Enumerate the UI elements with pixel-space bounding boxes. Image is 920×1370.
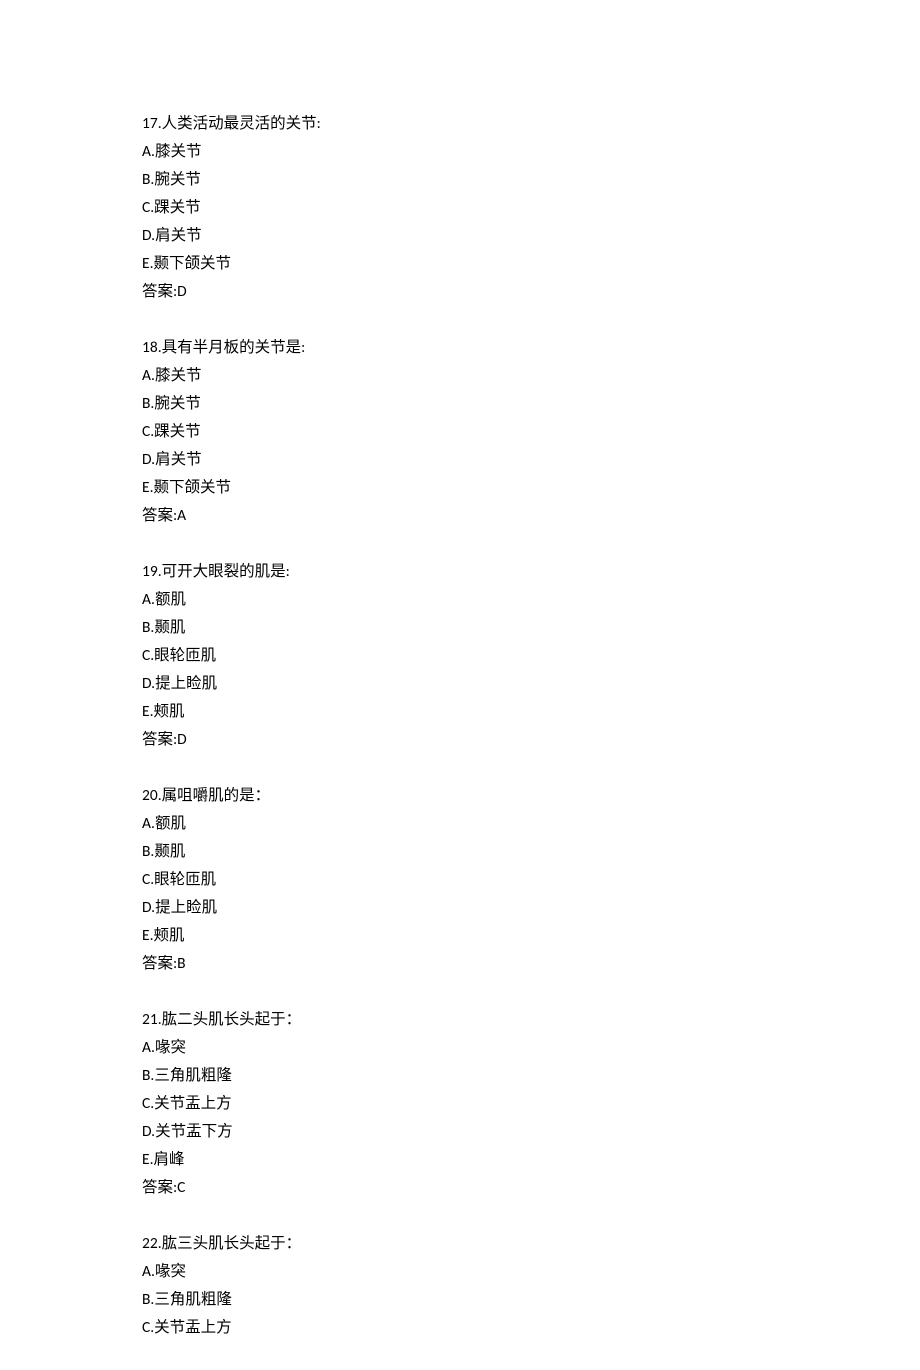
question-18: 18.具有半月板的关节是: A.膝关节 B.腕关节 C.踝关节 D.肩关节 E.…: [142, 334, 920, 530]
option-c: C.眼轮匝肌: [142, 642, 920, 670]
answer-line: 答案:D: [142, 726, 920, 754]
option-e: E.颞下颌关节: [142, 474, 920, 502]
option-a: A.额肌: [142, 810, 920, 838]
option-a: A.喙突: [142, 1258, 920, 1286]
option-d: D.提上睑肌: [142, 894, 920, 922]
answer-line: 答案:C: [142, 1174, 920, 1202]
option-b: B.颞肌: [142, 614, 920, 642]
answer-line: 答案:B: [142, 950, 920, 978]
option-d: D.肩关节: [142, 222, 920, 250]
question-20: 20.属咀嚼肌的是： A.额肌 B.颞肌 C.眼轮匝肌 D.提上睑肌 E.颊肌 …: [142, 782, 920, 978]
question-19: 19.可开大眼裂的肌是: A.额肌 B.颞肌 C.眼轮匝肌 D.提上睑肌 E.颊…: [142, 558, 920, 754]
option-d: D.提上睑肌: [142, 670, 920, 698]
option-c: C.踝关节: [142, 418, 920, 446]
question-stem: 20.属咀嚼肌的是：: [142, 782, 920, 810]
option-b: B.三角肌粗隆: [142, 1062, 920, 1090]
option-a: A.膝关节: [142, 138, 920, 166]
answer-line: 答案:A: [142, 502, 920, 530]
question-stem: 21.肱二头肌长头起于：: [142, 1006, 920, 1034]
question-stem: 18.具有半月板的关节是:: [142, 334, 920, 362]
option-d: D.肩关节: [142, 446, 920, 474]
question-stem: 17.人类活动最灵活的关节:: [142, 110, 920, 138]
option-b: B.颞肌: [142, 838, 920, 866]
option-a: A.额肌: [142, 586, 920, 614]
option-c: C.关节盂上方: [142, 1090, 920, 1118]
option-c: C.关节盂上方: [142, 1314, 920, 1342]
question-stem: 22.肱三头肌长头起于：: [142, 1230, 920, 1258]
page-content: 17.人类活动最灵活的关节: A.膝关节 B.腕关节 C.踝关节 D.肩关节 E…: [0, 0, 920, 1342]
option-b: B.腕关节: [142, 390, 920, 418]
option-c: C.踝关节: [142, 194, 920, 222]
option-e: E.颞下颌关节: [142, 250, 920, 278]
question-21: 21.肱二头肌长头起于： A.喙突 B.三角肌粗隆 C.关节盂上方 D.关节盂下…: [142, 1006, 920, 1202]
option-b: B.三角肌粗隆: [142, 1286, 920, 1314]
question-22: 22.肱三头肌长头起于： A.喙突 B.三角肌粗隆 C.关节盂上方: [142, 1230, 920, 1342]
question-stem: 19.可开大眼裂的肌是:: [142, 558, 920, 586]
option-e: E.肩峰: [142, 1146, 920, 1174]
option-d: D.关节盂下方: [142, 1118, 920, 1146]
option-a: A.喙突: [142, 1034, 920, 1062]
answer-line: 答案:D: [142, 278, 920, 306]
option-e: E.颊肌: [142, 922, 920, 950]
question-17: 17.人类活动最灵活的关节: A.膝关节 B.腕关节 C.踝关节 D.肩关节 E…: [142, 110, 920, 306]
option-b: B.腕关节: [142, 166, 920, 194]
option-a: A.膝关节: [142, 362, 920, 390]
option-e: E.颊肌: [142, 698, 920, 726]
option-c: C.眼轮匝肌: [142, 866, 920, 894]
